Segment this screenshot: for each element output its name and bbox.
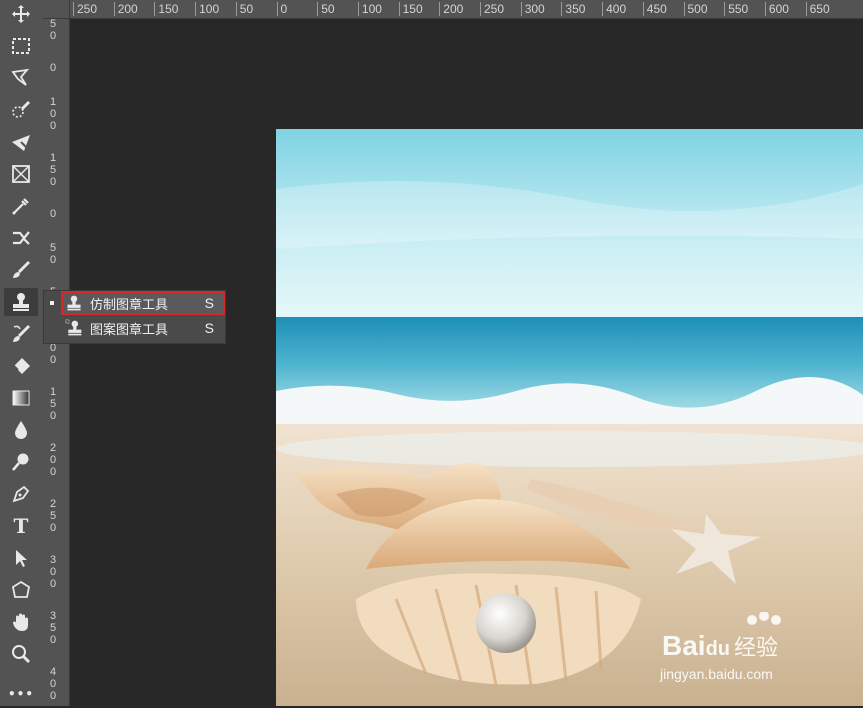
clone-stamp-icon (62, 293, 86, 313)
crop-tool[interactable] (4, 128, 38, 156)
ruler-top-label: 250 (73, 2, 97, 16)
vertical-ruler: 50010015005050100150200250300350400 (43, 18, 70, 706)
shape-tool[interactable] (4, 576, 38, 604)
frame-tool[interactable] (4, 160, 38, 188)
ruler-top-label: 550 (724, 2, 748, 16)
eyedropper-tool-icon (12, 198, 29, 215)
menu-item-shortcut: S (204, 295, 214, 311)
horizontal-ruler: 250 200 150 100 50 0 50 100 150 200 250 300 350 400 45… (43, 0, 863, 19)
ruler-top-label: 100 (357, 2, 382, 16)
ruler-left-label: 250 (49, 498, 57, 534)
move-tool-icon (12, 5, 30, 23)
quick-selection-tool[interactable] (4, 96, 38, 124)
more-tools-icon: ••• (7, 687, 34, 701)
healing-brush-tool[interactable] (4, 224, 38, 252)
ruler-left-label: 300 (49, 554, 57, 590)
ruler-top-label: 650 (805, 2, 830, 16)
ruler-top-label: 450 (642, 2, 667, 16)
zoom-tool[interactable] (4, 640, 38, 668)
menu-item-shortcut: S (204, 320, 214, 336)
baidu-jingyan-watermark: Baidu 经验 jingyan.baidu.com (660, 611, 860, 692)
clone-stamp-tool[interactable] (4, 288, 38, 316)
brush-tool-icon (13, 260, 31, 278)
healing-brush-tool-icon (13, 231, 30, 245)
hand-tool[interactable] (4, 608, 38, 636)
ruler-top-label: 0 (276, 2, 287, 16)
ruler-top-label: 500 (683, 2, 708, 16)
ruler-top-label: 50 (317, 2, 335, 16)
ruler-left-label: 350 (49, 610, 57, 646)
ruler-left-label: 0 (49, 208, 57, 220)
pen-tool[interactable] (4, 480, 38, 508)
ruler-top-label: 150 (154, 2, 178, 16)
path-selection-tool-icon (16, 550, 27, 567)
marquee-tool[interactable] (4, 32, 38, 60)
pen-tool-icon (12, 485, 30, 503)
ruler-left-label: 200 (49, 442, 57, 478)
ruler-left-label: 50 (49, 242, 57, 266)
frame-tool-icon (12, 165, 30, 183)
ruler-top-label: 200 (113, 2, 138, 16)
clone-stamp-tool-icon (13, 293, 29, 311)
type-tool-icon: T (13, 514, 29, 538)
ruler-top-label: 250 (480, 2, 504, 16)
blur-tool-icon (15, 421, 27, 439)
ruler-top-label: 400 (602, 2, 626, 16)
menu-item-label: 图案图章工具 (90, 322, 169, 338)
ruler-top-label: 50 (235, 2, 253, 16)
ruler-top-label: 150 (398, 2, 423, 16)
blur-tool[interactable] (4, 416, 38, 444)
lasso-tool-icon (11, 68, 30, 86)
ruler-left-label: 100 (49, 96, 57, 132)
ruler-left-label: 400 (49, 666, 57, 702)
clone-stamp-flyout-menu: 仿制图章工具 S 图案图章工具 S (43, 290, 226, 344)
history-brush-tool-icon (13, 324, 31, 342)
hand-tool-icon (13, 613, 28, 631)
ruler-top-label: 300 (520, 2, 545, 16)
tools-panel: T ••• (0, 0, 43, 706)
path-selection-tool[interactable] (4, 544, 38, 572)
ruler-origin-corner[interactable] (43, 0, 70, 19)
eraser-tool-icon (13, 358, 30, 374)
watermark-brand: Bai (662, 630, 706, 661)
eraser-tool[interactable] (4, 352, 38, 380)
watermark-suffix: 经验 (734, 635, 779, 660)
brush-tool[interactable] (4, 256, 38, 284)
pattern-stamp-icon (62, 318, 86, 338)
ruler-left-label: 0 (49, 62, 57, 74)
watermark-url: jingyan.baidu.com (660, 666, 773, 682)
shape-tool-icon (11, 580, 31, 598)
dodge-tool-icon (12, 453, 29, 471)
ruler-top-label: 600 (764, 2, 789, 16)
crop-tool-icon (12, 135, 31, 152)
marquee-tool-icon (12, 38, 30, 54)
ruler-left-label: 150 (49, 386, 57, 422)
quick-selection-tool-icon (12, 100, 31, 118)
menu-item-clone-stamp[interactable]: 仿制图章工具 S (61, 291, 225, 315)
more-tools[interactable]: ••• (4, 680, 38, 708)
menu-item-pattern-stamp[interactable]: 图案图章工具 S (62, 317, 224, 339)
zoom-tool-icon (12, 645, 31, 664)
history-brush-tool[interactable] (4, 320, 38, 348)
gradient-tool-icon (12, 390, 30, 406)
current-tool-bullet (50, 301, 54, 305)
ruler-top-label: 350 (561, 2, 585, 16)
ruler-left-label: 50 (49, 18, 57, 42)
gradient-tool[interactable] (4, 384, 38, 412)
dodge-tool[interactable] (4, 448, 38, 476)
eyedropper-tool[interactable] (4, 192, 38, 220)
type-tool[interactable]: T (4, 512, 38, 540)
ruler-top-label: 200 (439, 2, 463, 16)
ruler-left-label: 150 (49, 152, 57, 188)
menu-item-label: 仿制图章工具 (90, 297, 169, 313)
ruler-top-label: 100 (195, 2, 219, 16)
move-tool[interactable] (4, 0, 38, 28)
watermark-paw: du (705, 638, 731, 660)
lasso-tool[interactable] (4, 64, 38, 92)
